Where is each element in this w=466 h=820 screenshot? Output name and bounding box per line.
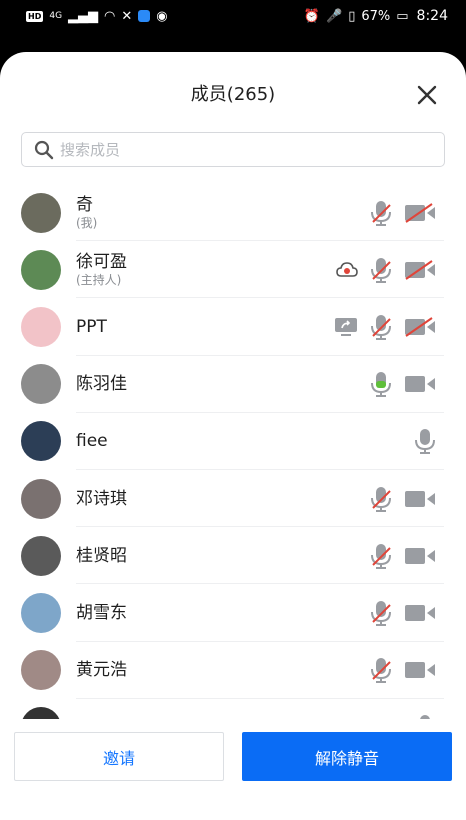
microphone-active-icon bbox=[370, 371, 392, 398]
sheet-header: 成员(265) bbox=[0, 80, 466, 110]
avatar bbox=[21, 535, 61, 576]
member-name: PPT bbox=[76, 316, 107, 337]
member-name-block: 胡雪东 bbox=[76, 602, 127, 624]
app-icon bbox=[138, 10, 151, 22]
network-type: 4G bbox=[49, 11, 63, 21]
close-icon bbox=[417, 85, 437, 105]
camera-off-icon bbox=[404, 259, 436, 280]
member-name: 陈羽佳 bbox=[76, 374, 127, 395]
page-title: 成员(265) bbox=[190, 84, 276, 105]
search-icon bbox=[34, 140, 54, 159]
member-name: 黄元浩 bbox=[76, 660, 127, 681]
camera-icon bbox=[404, 603, 436, 623]
app-notify-icon: ✕ bbox=[121, 8, 133, 24]
avatar bbox=[21, 707, 61, 719]
member-name: fiee bbox=[76, 431, 108, 452]
member-status-icons bbox=[370, 657, 436, 684]
battery-icon: ▭ bbox=[396, 8, 409, 24]
member-name-block: fiee bbox=[76, 430, 108, 452]
member-row[interactable]: fiee bbox=[0, 413, 466, 471]
settings-icon: ◉ bbox=[156, 8, 168, 24]
member-status-icons bbox=[334, 314, 436, 340]
camera-off-icon bbox=[404, 317, 436, 337]
avatar bbox=[21, 421, 61, 462]
member-row[interactable] bbox=[0, 699, 466, 719]
member-list[interactable]: 奇 (我) 徐可盈 (主持人) PPT 陈羽佳 fiee 邓诗琪桂贤昭胡雪东黄元浩 bbox=[0, 184, 466, 719]
microphone-muted-icon bbox=[370, 657, 392, 684]
avatar bbox=[21, 592, 61, 633]
member-name-block: 奇 (我) bbox=[76, 194, 97, 231]
microphone-muted-icon bbox=[370, 543, 392, 569]
battery-percent: 67% bbox=[361, 8, 391, 24]
avatar bbox=[21, 364, 61, 405]
members-sheet: 成员(265) 奇(我) 徐可盈(主持人) PPT 陈羽佳 fiee 邓诗琪桂贤昭胡雪东黄… bbox=[0, 52, 466, 820]
screen-share-icon bbox=[334, 317, 358, 337]
clock: 8:24 bbox=[416, 8, 448, 24]
member-row[interactable]: 胡雪东 bbox=[0, 584, 466, 642]
member-name: 胡雪东 bbox=[76, 602, 127, 623]
member-status-icons bbox=[414, 428, 436, 455]
mic-status-icon: 🎤 bbox=[326, 8, 343, 24]
microphone-muted-icon bbox=[370, 486, 392, 512]
member-name: 奇 bbox=[76, 195, 93, 216]
avatar bbox=[21, 478, 61, 519]
camera-icon bbox=[404, 546, 436, 566]
microphone-muted-icon bbox=[370, 200, 392, 226]
member-row[interactable]: 徐可盈 (主持人) bbox=[0, 241, 466, 299]
close-button[interactable] bbox=[414, 82, 440, 108]
member-row[interactable]: 陈羽佳 bbox=[0, 356, 466, 413]
member-status-icons bbox=[414, 714, 436, 719]
footer-actions: 邀请 解除静音 bbox=[0, 732, 466, 782]
status-bar: HD 4G ▂▄▆ ◠ ✕ ◉ ⏰ 🎤 ▯ 67% ▭ 8:24 bbox=[0, 0, 466, 32]
hd-indicator: HD bbox=[26, 10, 44, 22]
microphone-muted-icon bbox=[370, 314, 392, 340]
member-status-icons bbox=[336, 257, 436, 283]
wifi-icon: ◠ bbox=[104, 8, 116, 24]
member-status-icons bbox=[370, 543, 436, 569]
microphone-icon bbox=[414, 714, 436, 719]
member-row[interactable]: 黄元浩 bbox=[0, 642, 466, 699]
invite-button[interactable]: 邀请 bbox=[14, 732, 224, 781]
camera-icon bbox=[404, 660, 436, 680]
member-row[interactable]: 奇 (我) bbox=[0, 184, 466, 242]
member-role: (主持人) bbox=[76, 273, 122, 288]
signal-icon: ▂▄▆ bbox=[68, 8, 99, 24]
vibrate-icon: ▯ bbox=[348, 8, 356, 24]
member-name: 桂贤昭 bbox=[76, 545, 127, 566]
member-name-block: 徐可盈 (主持人) bbox=[76, 251, 127, 288]
avatar bbox=[21, 192, 61, 233]
avatar bbox=[21, 306, 61, 347]
member-status-icons bbox=[370, 486, 436, 512]
member-role: (我) bbox=[76, 216, 98, 231]
microphone-icon bbox=[414, 428, 436, 455]
member-name-block: 邓诗琪 bbox=[76, 488, 127, 510]
avatar bbox=[21, 650, 61, 691]
member-name: 邓诗琪 bbox=[76, 488, 127, 509]
camera-icon bbox=[404, 374, 436, 394]
member-status-icons bbox=[370, 371, 436, 398]
avatar bbox=[21, 249, 61, 290]
member-name-block: PPT bbox=[76, 316, 107, 338]
search-input[interactable] bbox=[60, 140, 400, 159]
member-row[interactable]: PPT bbox=[0, 298, 466, 356]
member-name-block: 陈羽佳 bbox=[76, 373, 127, 395]
member-status-icons bbox=[370, 600, 436, 626]
search-bar[interactable] bbox=[21, 132, 445, 167]
alarm-icon: ⏰ bbox=[303, 8, 320, 24]
member-row[interactable]: 桂贤昭 bbox=[0, 527, 466, 585]
member-name: 徐可盈 bbox=[76, 252, 127, 273]
camera-icon bbox=[404, 489, 436, 509]
member-name-block: 桂贤昭 bbox=[76, 545, 127, 567]
camera-off-icon bbox=[404, 202, 436, 223]
microphone-muted-icon bbox=[370, 257, 392, 283]
member-status-icons bbox=[370, 200, 436, 226]
unmute-button[interactable]: 解除静音 bbox=[242, 732, 452, 781]
cloud-recording-icon bbox=[336, 261, 358, 278]
member-name-block: 黄元浩 bbox=[76, 659, 127, 681]
member-row[interactable]: 邓诗琪 bbox=[0, 470, 466, 528]
microphone-muted-icon bbox=[370, 600, 392, 626]
